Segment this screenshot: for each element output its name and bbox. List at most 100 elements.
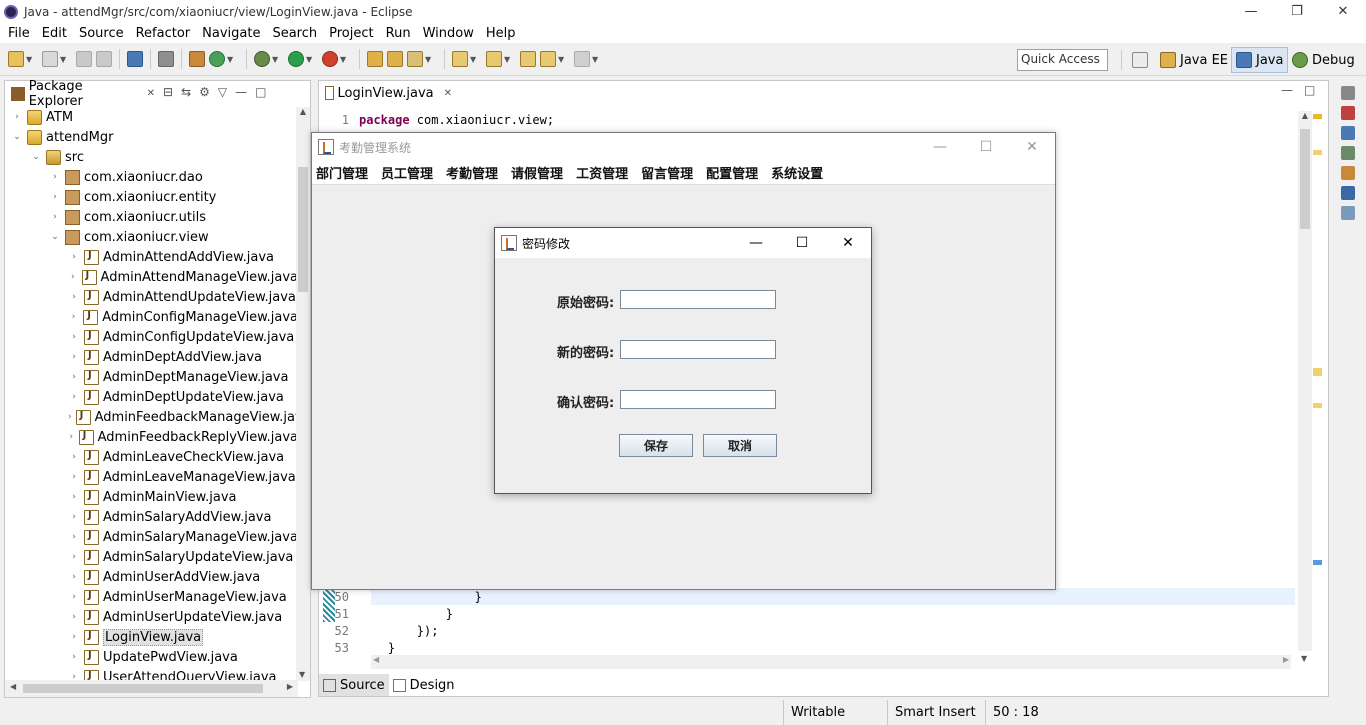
code-line[interactable]: 51 }	[319, 605, 1299, 622]
chevron-right-icon[interactable]: ›	[68, 552, 80, 562]
tree-item[interactable]: › AdminFeedbackManageView.jav	[5, 407, 298, 427]
console-icon[interactable]	[127, 51, 143, 67]
save-icon[interactable]	[76, 51, 92, 67]
code-line[interactable]: 53 }	[319, 639, 1299, 656]
maximize-view-icon[interactable]: □	[255, 85, 266, 99]
scrollbar-thumb[interactable]	[1300, 129, 1310, 229]
package-explorer-close-icon[interactable]: ✕	[147, 88, 155, 99]
chevron-right-icon[interactable]: ›	[68, 252, 80, 262]
app-menu-item[interactable]: 工资管理	[576, 163, 628, 182]
chevron-right-icon[interactable]: ›	[68, 592, 80, 602]
tree-item[interactable]: › com.xiaoniucr.entity	[5, 187, 298, 207]
chevron-right-icon[interactable]: ›	[68, 632, 80, 642]
skip-breakpoints-icon[interactable]	[158, 51, 174, 67]
chevron-right-icon[interactable]: ›	[49, 192, 61, 202]
back-icon[interactable]	[540, 51, 556, 67]
chevron-right-icon[interactable]: ›	[68, 612, 80, 622]
chevron-right-icon[interactable]: ›	[68, 492, 80, 502]
scroll-up-icon[interactable]: ▲	[1298, 111, 1312, 120]
app-menu-item[interactable]: 配置管理	[706, 163, 758, 182]
scroll-up-icon[interactable]: ▲	[296, 107, 310, 116]
perspective-java-ee[interactable]: Java EE	[1156, 47, 1232, 73]
chevron-right-icon[interactable]: ›	[68, 292, 80, 302]
code-line[interactable]: 1 package com.xiaoniucr.view;	[319, 111, 1299, 128]
confirm-password-field[interactable]	[620, 390, 776, 409]
forward-icon[interactable]	[574, 51, 590, 67]
menu-source[interactable]: Source	[73, 26, 130, 41]
save-button[interactable]: 保存	[619, 434, 693, 457]
tree-item[interactable]: › AdminAttendUpdateView.java	[5, 287, 298, 307]
tree-item[interactable]: › AdminSalaryUpdateView.java	[5, 547, 298, 567]
chevron-right-icon[interactable]: ›	[68, 392, 80, 402]
editor-maximize-icon[interactable]: □	[1304, 83, 1315, 97]
scroll-left-icon[interactable]: ◀	[10, 682, 16, 691]
scrollbar-thumb[interactable]	[298, 167, 308, 292]
dialog-minimize-button[interactable]: —	[733, 228, 779, 258]
chevron-right-icon[interactable]: ›	[11, 112, 23, 122]
occurrence-marker[interactable]	[1313, 368, 1322, 376]
tree-item[interactable]: › AdminSalaryManageView.java	[5, 527, 298, 547]
problems-icon[interactable]	[1341, 106, 1355, 120]
previous-annotation-dropdown-icon[interactable]: ▼	[504, 55, 512, 64]
open-resource-icon[interactable]	[387, 51, 403, 67]
tree-item[interactable]: › AdminUserAddView.java	[5, 567, 298, 587]
run-dropdown-icon[interactable]: ▼	[306, 55, 314, 64]
scroll-right-icon[interactable]: ▶	[287, 682, 293, 691]
maximize-button[interactable]: ❐	[1274, 0, 1320, 23]
chevron-right-icon[interactable]: ›	[68, 452, 80, 462]
editor-vscrollbar[interactable]: ▲ ▼	[1298, 111, 1312, 663]
new-package-dropdown-icon[interactable]: ▼	[60, 55, 68, 64]
next-annotation-dropdown-icon[interactable]: ▼	[470, 55, 478, 64]
outline-icon[interactable]	[1341, 206, 1355, 220]
forward-dropdown-icon[interactable]: ▼	[592, 55, 600, 64]
package-explorer-tab[interactable]: Package Explorer ✕	[5, 79, 155, 109]
tree-item[interactable]: › AdminLeaveManageView.java	[5, 467, 298, 487]
chevron-down-icon[interactable]: ⌄	[49, 232, 61, 242]
tree-item[interactable]: › com.xiaoniucr.dao	[5, 167, 298, 187]
app-menu-item[interactable]: 请假管理	[511, 163, 563, 182]
tree-item[interactable]: ⌄ com.xiaoniucr.view	[5, 227, 298, 247]
restore-icon[interactable]	[1341, 86, 1355, 100]
tree-item[interactable]: ›UserAttendQueryView.java	[5, 667, 298, 681]
tree-item[interactable]: › AdminDeptUpdateView.java	[5, 387, 298, 407]
new-icon[interactable]	[8, 51, 24, 67]
app-menu-item[interactable]: 部门管理	[316, 163, 368, 182]
app-menu-item[interactable]: 员工管理	[381, 163, 433, 182]
perspective-java[interactable]: Java	[1231, 47, 1289, 73]
menu-run[interactable]: Run	[380, 26, 417, 41]
scrollbar-thumb[interactable]	[23, 684, 263, 693]
dialog-close-button[interactable]: ✕	[825, 228, 871, 258]
package-explorer-hscrollbar[interactable]: ◀ ▶	[5, 680, 298, 697]
chevron-right-icon[interactable]: ›	[68, 352, 80, 362]
debug-dropdown-icon[interactable]: ▼	[272, 55, 280, 64]
package-explorer-vscrollbar[interactable]: ▲ ▼	[296, 107, 310, 681]
minimize-button[interactable]: —	[1228, 0, 1274, 23]
back-dropdown-icon[interactable]: ▼	[558, 55, 566, 64]
tasks-icon[interactable]	[1341, 166, 1355, 180]
new-dropdown-icon[interactable]: ▼	[26, 55, 34, 64]
scroll-left-icon[interactable]: ◀	[373, 655, 379, 664]
tree-item[interactable]: › com.xiaoniucr.utils	[5, 207, 298, 227]
scroll-down-icon[interactable]: ▼	[1301, 654, 1307, 663]
menu-search[interactable]: Search	[266, 26, 323, 41]
current-line-marker[interactable]	[1313, 560, 1322, 565]
tree-item[interactable]: › AdminSalaryAddView.java	[5, 507, 298, 527]
search-icon[interactable]	[407, 51, 423, 67]
menu-refactor[interactable]: Refactor	[130, 26, 197, 41]
chevron-right-icon[interactable]: ›	[68, 412, 72, 422]
tree-item[interactable]: › AdminFeedbackReplyView.java	[5, 427, 298, 447]
new-password-field[interactable]	[620, 340, 776, 359]
debug-icon[interactable]	[254, 51, 270, 67]
tree-item[interactable]: › UpdatePwdView.java	[5, 647, 298, 667]
link-with-editor-icon[interactable]: ⇆	[181, 85, 191, 99]
tree-item[interactable]: › AdminAttendManageView.java	[5, 267, 298, 287]
tree-item[interactable]: › AdminConfigManageView.java	[5, 307, 298, 327]
tree-item[interactable]: › ATM	[5, 107, 298, 127]
chevron-right-icon[interactable]: ›	[68, 512, 80, 522]
run-icon[interactable]	[288, 51, 304, 67]
tab-design[interactable]: Design	[389, 674, 459, 696]
code-line[interactable]: 50 }	[319, 588, 1299, 605]
occurrence-marker[interactable]	[1313, 403, 1322, 408]
tree-item[interactable]: › AdminMainView.java	[5, 487, 298, 507]
chevron-right-icon[interactable]: ›	[68, 372, 80, 382]
